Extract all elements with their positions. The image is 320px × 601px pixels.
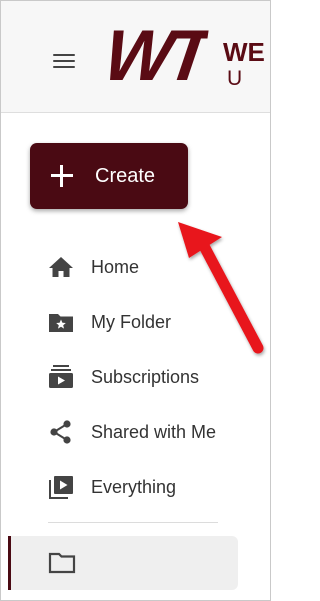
sidebar-divider bbox=[48, 522, 218, 523]
sidebar-item-home[interactable]: Home bbox=[1, 246, 241, 286]
sidebar-item-subscriptions[interactable]: Subscriptions bbox=[1, 356, 241, 396]
subscriptions-icon bbox=[49, 365, 73, 388]
top-bar: WT WE U N bbox=[1, 1, 270, 113]
sidebar-item-label: Shared with Me bbox=[91, 422, 217, 442]
logo-mark[interactable]: WT bbox=[101, 25, 210, 87]
create-button-label: Create bbox=[95, 165, 156, 187]
sidebar-item-shared-with-me[interactable]: Shared with Me bbox=[1, 411, 241, 451]
play-library-icon bbox=[49, 476, 73, 499]
sidebar-item-browse[interactable] bbox=[8, 536, 238, 590]
sidebar-item-label: My Folder bbox=[91, 312, 172, 332]
sidebar-item-label: Everything bbox=[91, 477, 177, 497]
hamburger-menu-icon[interactable] bbox=[53, 53, 75, 69]
brand-name-line1: WE bbox=[223, 37, 265, 67]
home-icon bbox=[49, 257, 73, 277]
sidebar-item-my-folder[interactable]: My Folder bbox=[1, 301, 241, 341]
brand-name-line2: U N bbox=[227, 67, 270, 90]
plus-icon bbox=[51, 165, 73, 187]
sidebar-item-label: Home bbox=[91, 257, 140, 277]
create-button[interactable]: Create bbox=[30, 143, 188, 209]
folder-star-icon bbox=[49, 314, 73, 332]
sidebar-item-label: Subscriptions bbox=[91, 367, 200, 387]
app-window: WT WE U N Create Home My Folder Subscrip… bbox=[0, 0, 271, 601]
selected-indicator bbox=[8, 536, 11, 590]
folder-outline-icon bbox=[48, 552, 76, 574]
sidebar-item-everything[interactable]: Everything bbox=[1, 466, 241, 506]
share-icon bbox=[50, 420, 71, 444]
